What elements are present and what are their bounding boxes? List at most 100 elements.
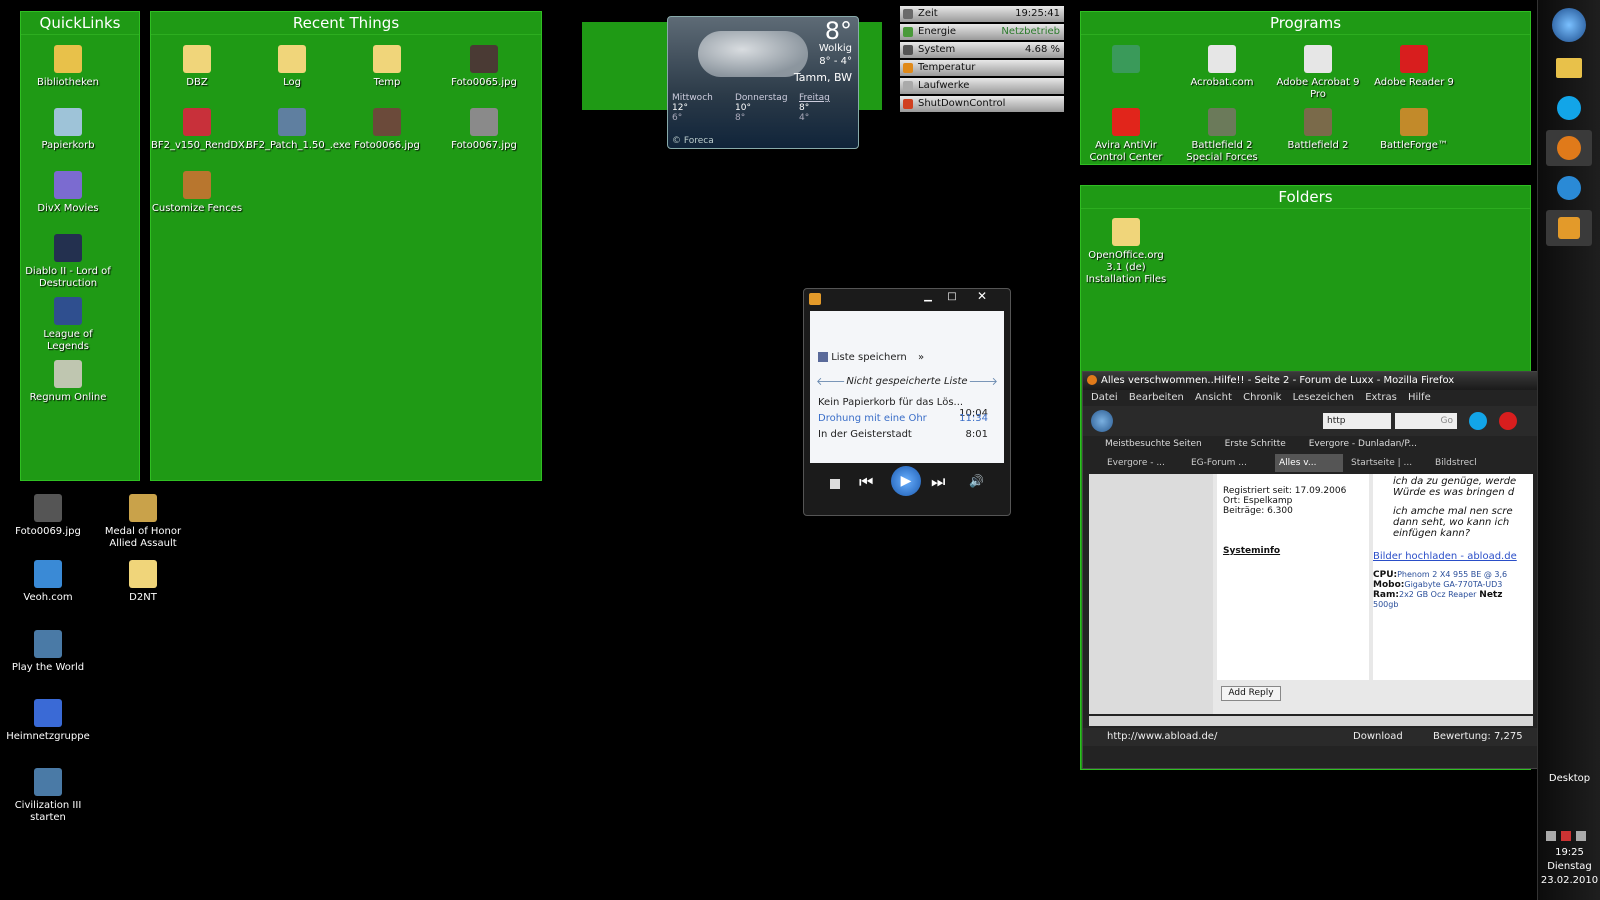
bookmark-first-steps[interactable]: Erste Schritte <box>1225 439 1286 449</box>
tab[interactable]: EG-Forum ... <box>1191 454 1271 472</box>
desktop-icon-regnum[interactable]: Regnum Online <box>22 360 114 404</box>
desktop-icon-bf2-patch[interactable]: BF2_Patch_1.50_.exe <box>246 108 351 152</box>
systeminfo-link[interactable]: Systeminfo <box>1223 546 1369 556</box>
search-box[interactable]: Go <box>1395 413 1457 429</box>
media-player-app-icon <box>809 293 821 305</box>
menu-hilfe[interactable]: Hilfe <box>1408 392 1431 403</box>
desktop-icon-lol[interactable]: League of Legends <box>22 297 114 353</box>
fence-title: Programs <box>1081 12 1530 35</box>
desktop-icon-d2nt[interactable]: D2NT <box>97 560 189 604</box>
minimize-button[interactable]: ▁ <box>918 291 938 305</box>
close-button[interactable]: ✕ <box>970 289 994 305</box>
desktop-icon-openoffice[interactable]: OpenOffice.org 3.1 (de) Installation Fil… <box>1080 218 1172 286</box>
desktop-icon-diablo[interactable]: Diablo II - Lord of Destruction <box>22 234 114 290</box>
add-reply-button[interactable]: Add Reply <box>1221 686 1281 701</box>
toolbar-more-button[interactable]: » <box>918 352 924 363</box>
abload-link[interactable]: Bilder hochladen - abload.de <box>1373 551 1533 562</box>
weather-range: 8° - 4° <box>819 56 852 67</box>
desktop-icon-dbz[interactable]: DBZ <box>151 45 243 89</box>
weather-gadget[interactable]: 8° Wolkig 8° - 4° Tamm, BW Mittwoch 12° … <box>667 16 859 149</box>
civilization-icon <box>34 768 62 796</box>
desktop-icon-bibliotheken[interactable]: Bibliotheken <box>22 45 114 89</box>
desktop-icon-civ3[interactable]: Civilization III starten <box>2 768 94 824</box>
download-button[interactable]: Download <box>1353 728 1403 746</box>
action-center-icon[interactable] <box>1561 831 1572 841</box>
desktop-icon-heimnetzgruppe[interactable]: Heimnetzgruppe <box>2 699 94 743</box>
tab[interactable]: Bildstrecl <box>1435 454 1505 472</box>
volume-icon[interactable] <box>1576 831 1587 841</box>
desktop-icon-temp[interactable]: Temp <box>341 45 433 89</box>
playlist-track[interactable]: In der Geisterstadt 8:01 <box>818 429 988 440</box>
desktop-icon-acrobat-com[interactable]: Acrobat.com <box>1176 45 1268 89</box>
sysmon-row-shutdown[interactable]: ShutDownControl <box>900 96 1064 112</box>
bookmark-most-visited[interactable]: Meistbesuchte Seiten <box>1105 439 1202 449</box>
playlist-track[interactable]: Drohung mit eine Ohr 11:34 <box>818 413 988 424</box>
power-icon <box>903 27 913 37</box>
next-button[interactable]: ⏭ <box>931 472 945 492</box>
tab[interactable]: Startseite | ... <box>1351 454 1431 472</box>
skype-icon[interactable] <box>1469 412 1487 430</box>
acrobat-pro-icon <box>1304 45 1332 73</box>
tab[interactable]: Evergore - ... <box>1107 454 1187 472</box>
folder-icon <box>129 560 157 588</box>
desktop-icon-bf2-rend[interactable]: BF2_v150_RendDX... <box>151 108 254 152</box>
desktop-icon-foto0066[interactable]: Foto0066.jpg <box>341 108 433 152</box>
desktop-icon-play-the-world[interactable]: Play the World <box>2 630 94 674</box>
desktop-icon-adobe-reader[interactable]: Adobe Reader 9 <box>1368 45 1460 89</box>
menu-bearbeiten[interactable]: Bearbeiten <box>1129 392 1184 403</box>
fence-title: Folders <box>1081 186 1530 209</box>
taskbar-firefox[interactable] <box>1546 130 1592 166</box>
system-monitor-gadget: Zeit 19:25:41 Energie Netzbetrieb System 4.… <box>900 6 1064 114</box>
stop-button[interactable] <box>830 479 840 489</box>
desktop-icon-foto0067[interactable]: Foto0067.jpg <box>438 108 530 152</box>
network-icon[interactable] <box>1546 831 1556 841</box>
taskbar-ie[interactable] <box>1546 170 1592 206</box>
horizontal-scrollbar[interactable] <box>1089 716 1533 726</box>
sysmon-row-temperatur[interactable]: Temperatur <box>900 60 1064 76</box>
desktop-icon-log[interactable]: Log <box>246 45 338 89</box>
save-list-button[interactable]: Liste speichern <box>831 352 907 363</box>
sysmon-row-laufwerke[interactable]: Laufwerke <box>900 78 1064 94</box>
firefox-window[interactable]: Alles verschwommen..Hilfe!! - Seite 2 - … <box>1082 371 1539 769</box>
photo-icon <box>470 45 498 73</box>
menu-datei[interactable]: Datei <box>1091 392 1118 403</box>
desktop-icon-medal-of-honor[interactable]: Medal of Honor Allied Assault <box>97 494 189 550</box>
fence-title: Recent Things <box>151 12 541 35</box>
fence-title: QuickLinks <box>21 12 139 35</box>
sysmon-row-system: System 4.68 % <box>900 42 1064 58</box>
previous-button[interactable]: ⏮ <box>859 472 873 492</box>
start-button[interactable] <box>1552 8 1586 42</box>
desktop-icon-shortcut[interactable] <box>1080 45 1172 77</box>
desktop-icon-papierkorb[interactable]: Papierkorb <box>22 108 114 152</box>
back-button[interactable] <box>1091 410 1113 432</box>
desktop-icon-bf2-sf[interactable]: Battlefield 2 Special Forces <box>1176 108 1268 164</box>
desktop-icon-bf2[interactable]: Battlefield 2 <box>1272 108 1364 152</box>
desktop-icon-divx[interactable]: DivX Movies <box>22 171 114 215</box>
clock[interactable]: 19:25 Dienstag 23.02.2010 <box>1538 846 1600 888</box>
menu-extras[interactable]: Extras <box>1365 392 1397 403</box>
maximize-button[interactable]: □ <box>942 291 962 305</box>
desktop-icon-battleforge[interactable]: BattleForge™ <box>1368 108 1460 152</box>
desktop-icon-foto0065[interactable]: Foto0065.jpg <box>438 45 530 89</box>
playlist-forward-icon[interactable]: 🡒 <box>969 374 999 388</box>
menu-chronik[interactable]: Chronik <box>1243 392 1281 403</box>
desktop-toolbar-label[interactable]: Desktop <box>1538 773 1600 784</box>
menu-lesezeichen[interactable]: Lesezeichen <box>1293 392 1354 403</box>
desktop-icon-avira[interactable]: Avira AntiVir Control Center <box>1080 108 1172 164</box>
taskbar-explorer[interactable] <box>1546 50 1592 86</box>
volume-icon[interactable]: 🔊 <box>969 474 984 488</box>
play-button[interactable]: ▶ <box>891 466 921 496</box>
desktop-icon-veoh[interactable]: Veoh.com <box>2 560 94 604</box>
desktop-icon-acrobat-pro[interactable]: Adobe Acrobat 9 Pro <box>1272 45 1364 101</box>
taskbar-skype[interactable] <box>1546 90 1592 126</box>
desktop-icon-foto0069[interactable]: Foto0069.jpg <box>2 494 94 538</box>
adblock-icon[interactable] <box>1499 412 1517 430</box>
weather-credit[interactable]: © Foreca <box>672 136 714 146</box>
taskbar-media-player[interactable] <box>1546 210 1592 246</box>
address-bar[interactable]: http <box>1323 413 1391 429</box>
menu-ansicht[interactable]: Ansicht <box>1195 392 1232 403</box>
bookmark-evergore[interactable]: Evergore - Dunladan/P... <box>1309 439 1417 449</box>
media-player-window[interactable]: ▁ □ ✕ Liste speichern » 🡐 Nicht gespeich… <box>803 288 1011 516</box>
desktop-icon-customize-fences[interactable]: Customize Fences <box>151 171 243 215</box>
tab-active[interactable]: Alles v... <box>1275 454 1343 472</box>
